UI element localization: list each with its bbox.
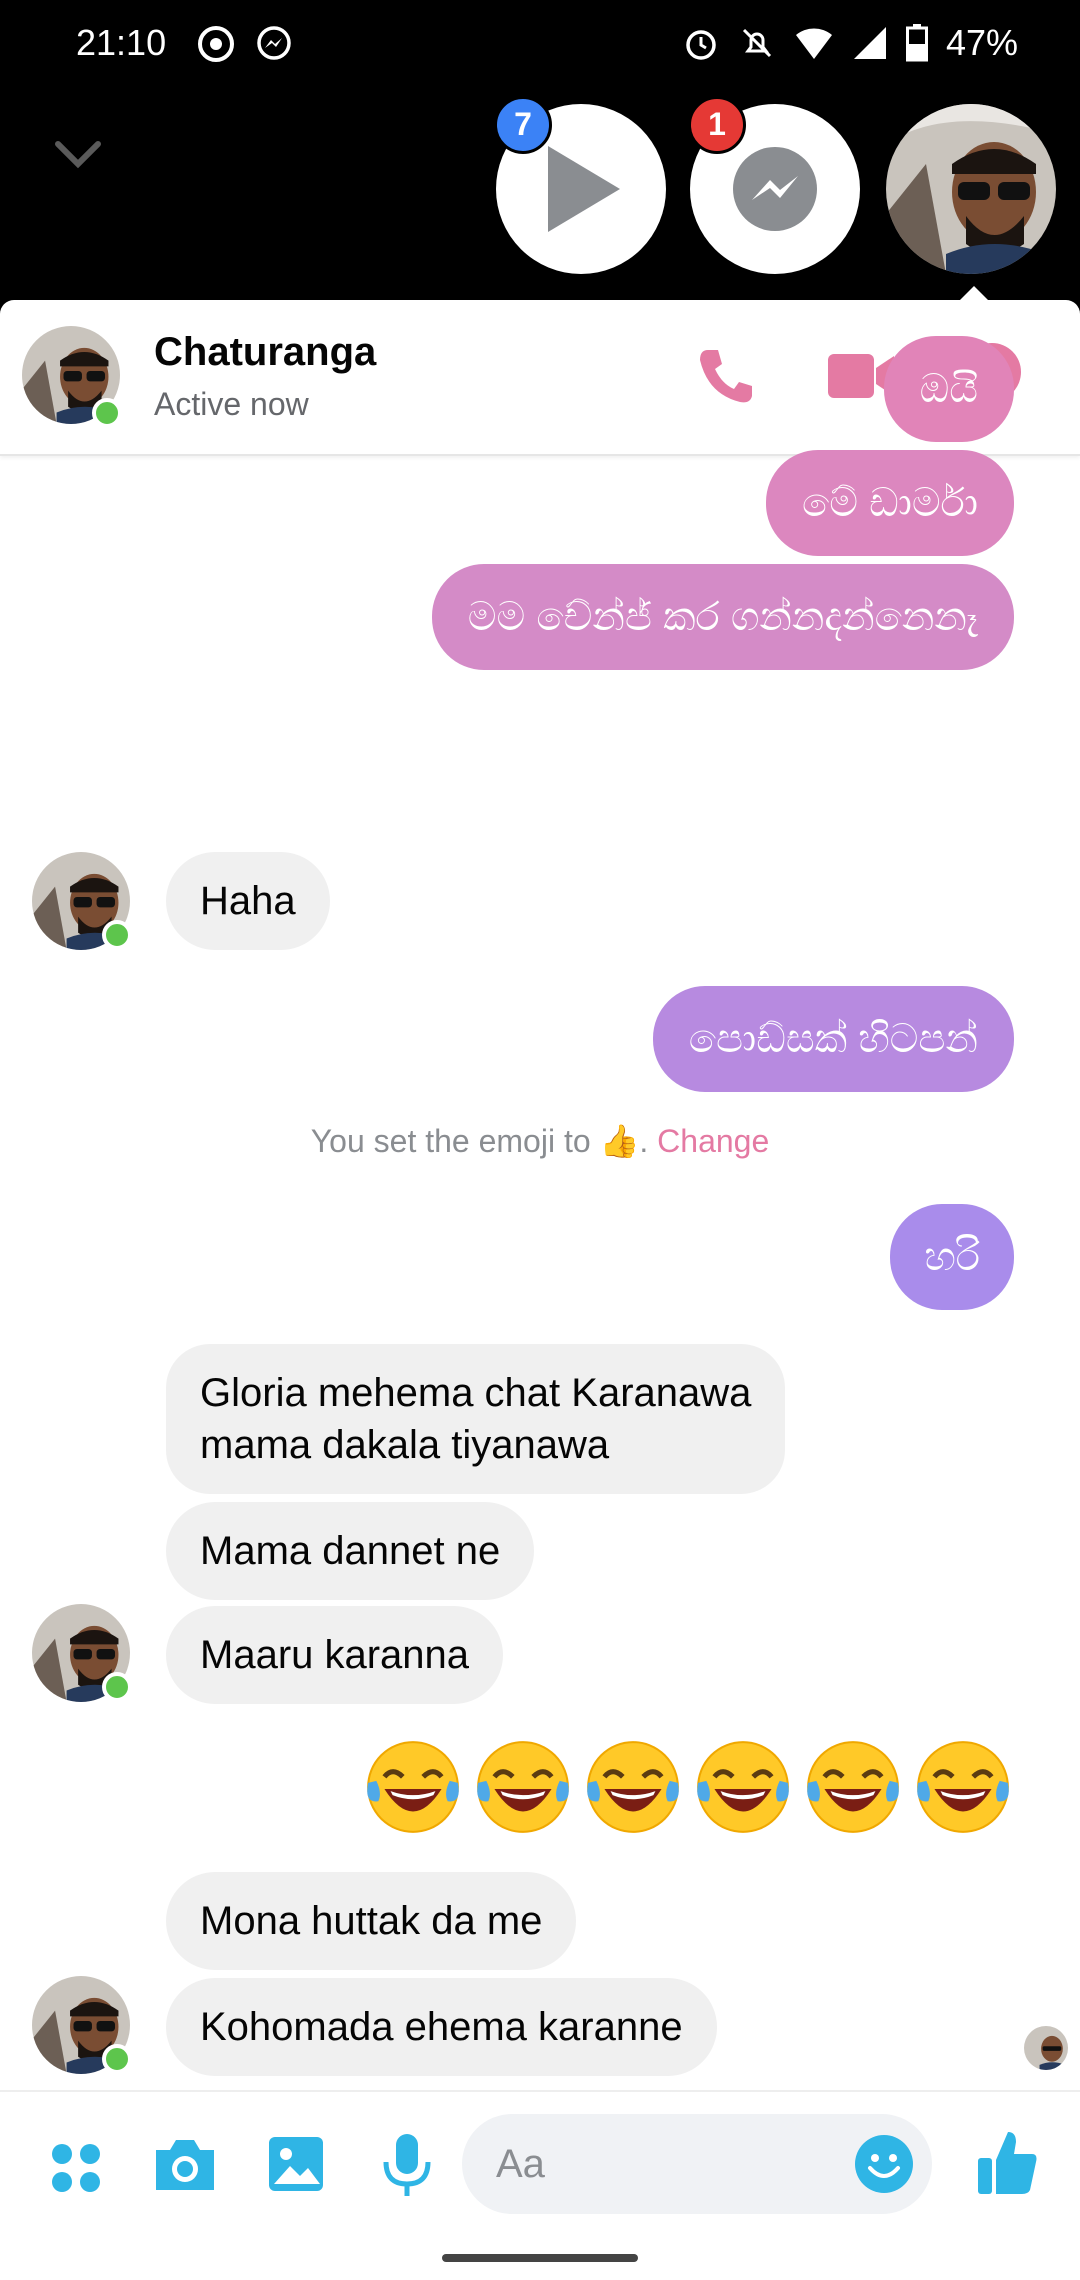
battery-icon [905, 24, 928, 62]
status-time: 21:10 [76, 22, 167, 63]
home-gesture-pill[interactable] [442, 2254, 638, 2262]
incoming-message[interactable]: Mona huttak da me [166, 1872, 577, 1970]
contact-chat-head[interactable] [886, 104, 1056, 274]
online-indicator [102, 2044, 132, 2074]
message-input[interactable]: Aa [462, 2114, 932, 2214]
emoji-picker-icon[interactable] [854, 2134, 914, 2194]
change-emoji-link[interactable]: Change [657, 1123, 769, 1159]
messenger-status-icon [257, 26, 291, 60]
system-text: You set the emoji to [310, 1123, 591, 1159]
incoming-message[interactable]: Maaru karanna [166, 1606, 504, 1704]
contact-name[interactable]: Chaturanga [154, 330, 376, 375]
contact-avatar-icon [886, 104, 1056, 274]
outgoing-message[interactable]: පොඩ්සක් හිටපන් [652, 986, 1014, 1092]
laughing-tears-emoji-icon [367, 1741, 459, 1833]
phone-icon[interactable] [694, 344, 758, 408]
collapse-chevron-icon[interactable] [50, 134, 106, 174]
read-receipt-icon [1024, 2026, 1068, 2070]
emoji-message[interactable] [362, 1736, 1014, 1838]
incoming-message[interactable]: Haha [166, 852, 330, 950]
wifi-icon [795, 28, 832, 59]
message-line: mama dakala tiyanawa [200, 1423, 610, 1467]
read-receipt-avatar [1024, 2026, 1068, 2070]
status-bar: 21:10 47% [0, 0, 1080, 90]
incoming-message[interactable]: Kohomada ehema karanne [166, 1978, 717, 2076]
contact-status: Active now [154, 386, 309, 422]
incoming-message[interactable]: Mama dannet ne [166, 1502, 535, 1600]
chrome-icon [198, 26, 234, 62]
message-line: Gloria mehema chat Karanawa [200, 1371, 752, 1415]
camera-icon[interactable] [152, 2136, 218, 2194]
laughing-tears-emoji-icon [697, 1741, 789, 1833]
outgoing-message[interactable]: හරි [890, 1204, 1014, 1310]
thumbs-up-emoji-icon: 👍 [599, 1123, 640, 1159]
mute-icon [742, 28, 771, 58]
battery-percent: 47% [945, 22, 1018, 63]
incoming-message[interactable]: Gloria mehema chat Karanawa mama dakala … [166, 1344, 786, 1494]
outgoing-message[interactable]: ඔයි [883, 336, 1014, 442]
alarm-icon [686, 30, 716, 60]
thumbs-up-send-icon[interactable] [976, 2128, 1040, 2198]
message-composer: Aa [0, 2090, 1080, 2236]
navigation-bar [0, 2236, 1080, 2280]
online-indicator [102, 920, 132, 950]
conversation-panel: Chaturanga Active now ඔයි මේ ඩාර්මා මම ච… [0, 300, 1080, 2236]
message-placeholder: Aa [496, 2142, 545, 2186]
gallery-icon[interactable] [266, 2134, 326, 2194]
outgoing-message[interactable]: මේ ඩාර්මා [766, 450, 1014, 556]
more-actions-icon[interactable] [48, 2140, 104, 2196]
online-indicator [102, 1672, 132, 1702]
laughing-tears-emoji-icon [477, 1741, 569, 1833]
laughing-tears-emoji-icon [587, 1741, 679, 1833]
system-message: You set the emoji to 👍. Change [0, 1122, 1080, 1160]
outgoing-message[interactable]: මම චේන්ජ් කර ගන්නදන්නෙනෑ [431, 564, 1014, 670]
laughing-tears-emoji-icon [917, 1741, 1009, 1833]
signal-icon [853, 27, 886, 59]
messenger-badge: 1 [688, 96, 746, 154]
system-separator: . [639, 1123, 649, 1159]
microphone-icon[interactable] [380, 2132, 434, 2198]
online-indicator [92, 398, 122, 428]
laughing-tears-emoji-icon [807, 1741, 899, 1833]
video-badge: 7 [494, 96, 552, 154]
